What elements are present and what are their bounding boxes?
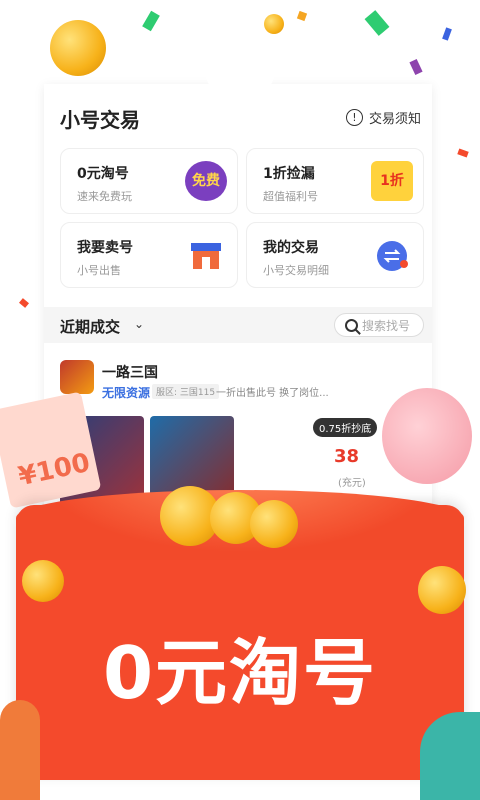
game-tag: 无限资源 (102, 386, 151, 400)
coin-icon (264, 14, 284, 34)
price-unit: (充元) (338, 478, 366, 489)
coin-icon (418, 566, 466, 614)
confetti-decoration (442, 27, 452, 41)
coin-icon (50, 20, 106, 76)
tile-subtitle: 小号交易明细 (263, 264, 329, 277)
info-icon: ! (346, 109, 363, 126)
tile-my-trades[interactable]: 我的交易 小号交易明细 (246, 222, 424, 288)
trade-notice-button[interactable]: ! 交易须知 (346, 108, 421, 127)
discount-badge: 0.75折抄底 (313, 418, 378, 437)
confetti-decoration (457, 148, 469, 158)
tile-subtitle: 超值福利号 (263, 190, 318, 203)
tile-subtitle: 速来免费玩 (77, 190, 132, 203)
shop-icon (185, 235, 227, 275)
leaf-decoration (0, 700, 40, 800)
search-placeholder: 搜索找号 (362, 318, 411, 333)
tile-title: 1折捡漏 (263, 166, 315, 182)
discount-tag-text: 1折 (380, 173, 404, 189)
free-badge-icon: 免费 (185, 161, 227, 201)
coin-icon (22, 560, 64, 602)
tile-title: 我的交易 (263, 240, 319, 256)
listing-description: 一折出售此号 换了岗位... (216, 388, 329, 399)
trade-notice-label: 交易须知 (369, 112, 422, 127)
confetti-decoration (19, 298, 29, 308)
confetti-decoration (409, 58, 423, 76)
tile-sell-account[interactable]: 我要卖号 小号出售 (60, 222, 238, 288)
free-badge-text: 免费 (192, 173, 220, 189)
swap-icon (371, 235, 413, 275)
tile-title: 0元淘号 (77, 166, 129, 182)
game-name: 一路三国 (102, 365, 158, 381)
mascot-character (382, 388, 472, 484)
chevron-down-icon[interactable]: ⌄ (134, 317, 144, 331)
tile-title: 我要卖号 (77, 240, 133, 256)
leaf-decoration (420, 712, 480, 800)
coin-icon (250, 500, 298, 548)
confetti-decoration (142, 10, 160, 32)
tile-free-accounts[interactable]: 0元淘号 速来免费玩 免费 (60, 148, 238, 214)
confetti-decoration (364, 10, 390, 36)
recent-deals-label[interactable]: 近期成交 (60, 316, 120, 337)
game-server: 服区: 三国115 (152, 384, 220, 399)
banner-headline: 0元淘号 (102, 631, 378, 715)
confetti-decoration (296, 10, 308, 22)
listing-price: 38 (334, 446, 360, 467)
game-avatar (60, 360, 94, 394)
recent-deals-bar: 近期成交 ⌄ 搜索找号 (44, 307, 432, 343)
search-input[interactable]: 搜索找号 (334, 313, 424, 337)
search-icon (345, 318, 358, 332)
tile-discount-deals[interactable]: 1折捡漏 超值福利号 1折 (246, 148, 424, 214)
page-title: 小号交易 (60, 108, 140, 132)
tile-subtitle: 小号出售 (77, 264, 121, 277)
discount-tag-icon: 1折 (371, 161, 413, 201)
